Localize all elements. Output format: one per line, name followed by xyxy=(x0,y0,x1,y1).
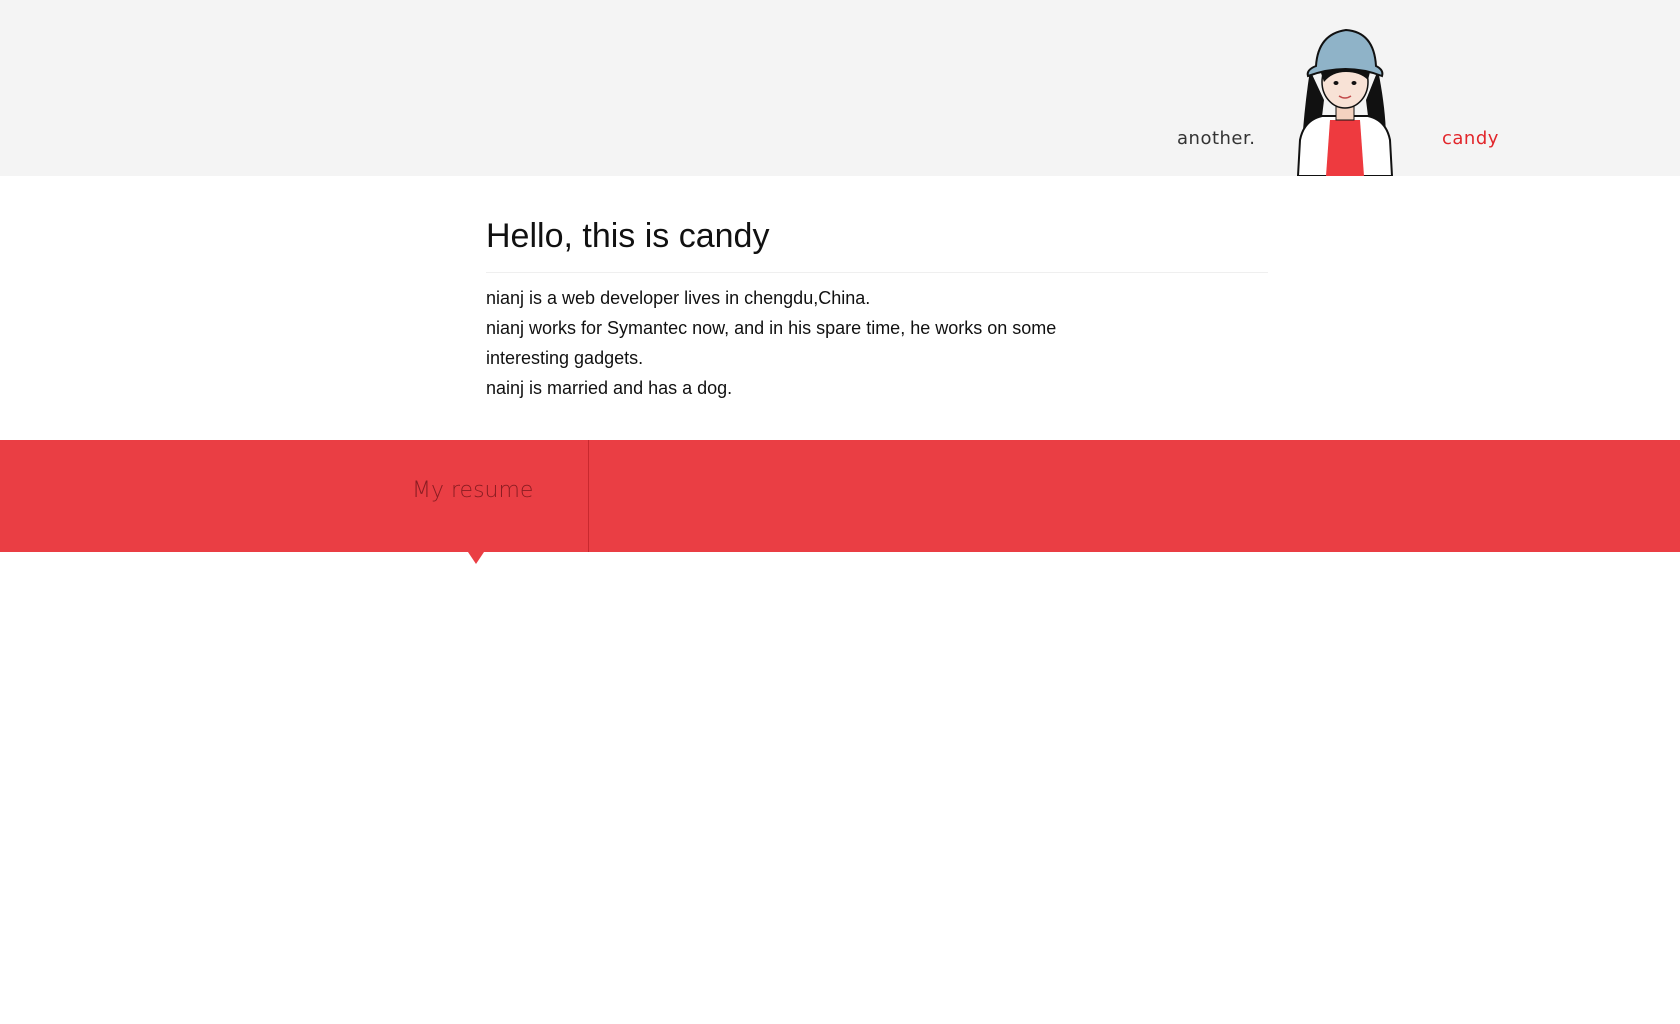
bio-line: nianj works for Symantec now, and in his… xyxy=(486,318,1057,368)
intro-section: Hello, this is candy nianj is a web deve… xyxy=(486,214,1268,403)
bio-line: nainj is married and has a dog. xyxy=(486,378,733,398)
resume-tab[interactable]: My resume xyxy=(412,478,533,503)
section-band: My resume xyxy=(0,440,1680,552)
nav-link-another[interactable]: another. xyxy=(1177,128,1255,149)
band-divider xyxy=(588,440,589,552)
active-tab-pointer-icon xyxy=(468,552,484,564)
nav-link-candy[interactable]: candy xyxy=(1442,128,1499,149)
avatar xyxy=(1296,28,1394,176)
bio-line: nianj is a web developer lives in chengd… xyxy=(486,288,871,308)
site-header: another. candy xyxy=(0,0,1680,176)
bio-text: nianj is a web developer lives in chengd… xyxy=(486,283,1086,403)
page-title: Hello, this is candy xyxy=(486,214,1268,273)
